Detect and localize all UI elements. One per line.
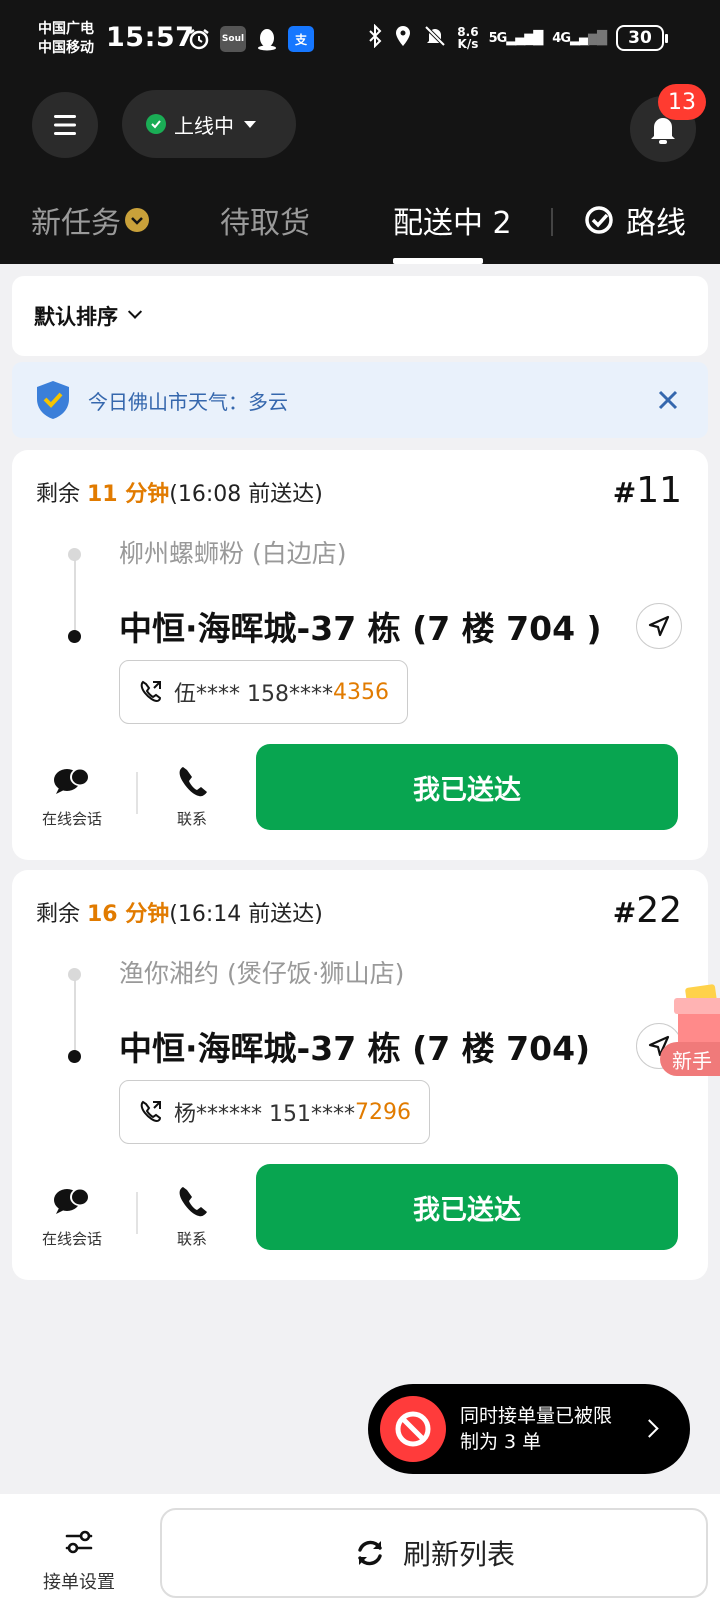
signal-5g: 5G▂▄▆█ xyxy=(488,30,544,46)
order-card: 剩余 16 分钟(16:14 前送达) #22 渔你湘约 (煲仔饭·狮山店) 中… xyxy=(12,870,708,1280)
carrier-1: 中国广电 xyxy=(38,21,94,37)
shop-name: 柳州螺蛳粉 (白边店) xyxy=(119,539,347,568)
shield-check-icon xyxy=(37,381,69,419)
online-check-icon xyxy=(146,114,166,134)
status-bar: 中国广电 中国移动 15:57 Soul 支 8.6 K/s 5G▂▄▆█ 4G… xyxy=(0,0,720,74)
phone-forward-icon xyxy=(140,680,162,703)
mute-icon xyxy=(423,24,447,52)
phone-icon xyxy=(179,1187,207,1217)
signal-4g: 4G▂▄▆█ xyxy=(552,30,607,46)
chevron-down-icon xyxy=(127,304,143,319)
delivery-address: 中恒·海晖城-37 栋 (7 楼 704 ) xyxy=(119,609,602,648)
order-settings-button[interactable]: 接单设置 xyxy=(34,1522,124,1594)
shop-name: 渔你湘约 (煲仔饭·狮山店) xyxy=(119,959,405,988)
clock: 15:57 xyxy=(106,22,195,53)
sort-label: 默认排序 xyxy=(34,305,118,329)
dropoff-dot xyxy=(68,630,81,643)
pickup-dot xyxy=(68,968,81,981)
carrier-names: 中国广电 中国移动 xyxy=(38,20,94,58)
pickup-dot xyxy=(68,548,81,561)
remaining-time: 剩余 11 分钟(16:08 前送达) xyxy=(36,482,323,507)
weather-text: 今日佛山市天气：多云 xyxy=(88,389,288,414)
chat-bubbles-icon xyxy=(54,768,90,794)
navigate-button[interactable] xyxy=(636,603,682,649)
alipay-icon: 支 xyxy=(288,26,314,52)
tab-route[interactable]: 路线 xyxy=(584,198,686,242)
carrier-2: 中国移动 xyxy=(38,40,94,56)
online-chat-button[interactable]: 在线会话 xyxy=(32,762,112,829)
chevron-right-icon xyxy=(640,1419,659,1438)
refresh-list-button[interactable]: 刷新列表 xyxy=(160,1508,708,1598)
delivery-address: 中恒·海晖城-37 栋 (7 楼 704) xyxy=(119,1029,591,1068)
qq-icon xyxy=(254,26,280,52)
toast-text: 同时接单量已被限制为 3 单 xyxy=(460,1405,613,1453)
status-app-icons: Soul 支 xyxy=(186,26,314,52)
online-status-dropdown[interactable]: 上线中 xyxy=(122,90,296,158)
dropoff-dot xyxy=(68,1050,81,1063)
order-card: 剩余 11 分钟(16:08 前送达) #11 柳州螺蛳粉 (白边店) 中恒·海… xyxy=(12,450,708,860)
order-number: #11 xyxy=(612,470,682,511)
action-divider xyxy=(136,772,138,814)
order-limit-toast[interactable]: 同时接单量已被限制为 3 单 xyxy=(368,1384,690,1474)
tab-divider xyxy=(551,208,553,236)
active-tab-indicator xyxy=(393,258,483,264)
alarm-icon xyxy=(186,26,212,52)
route-timeline xyxy=(74,552,76,634)
notification-count-badge: 13 xyxy=(658,84,706,120)
customer-phone[interactable]: 伍**** 158**** 4356 xyxy=(119,660,408,724)
location-icon xyxy=(393,24,413,52)
contact-button[interactable]: 联系 xyxy=(152,1182,232,1249)
app-header: 上线中 13 新任务 待取货 配送中 2 路线 xyxy=(0,74,720,264)
bluetooth-icon xyxy=(367,23,383,52)
delivered-button[interactable]: 我已送达 xyxy=(256,1164,678,1250)
close-icon[interactable] xyxy=(654,386,682,414)
phone-forward-icon xyxy=(140,1100,162,1123)
phone-icon xyxy=(179,767,207,797)
weather-banner: 今日佛山市天气：多云 xyxy=(12,362,708,438)
tab-new-tasks[interactable]: 新任务 xyxy=(31,198,149,242)
gift-label: 新手 xyxy=(660,1042,720,1076)
order-number: #22 xyxy=(612,890,682,931)
hamburger-icon xyxy=(54,115,76,135)
newbie-gift-float[interactable]: 新手 xyxy=(660,984,720,1086)
delivered-button[interactable]: 我已送达 xyxy=(256,744,678,830)
bottom-bar: 接单设置 刷新列表 xyxy=(0,1494,720,1610)
customer-phone[interactable]: 杨****** 151**** 7296 xyxy=(119,1080,430,1144)
caret-down-icon xyxy=(244,120,256,128)
task-tabs: 新任务 待取货 配送中 2 路线 xyxy=(0,182,720,264)
online-chat-button[interactable]: 在线会话 xyxy=(32,1182,112,1249)
chat-bubbles-icon xyxy=(54,1188,90,1214)
network-speed: 8.6 K/s xyxy=(457,25,479,51)
battery-indicator: 30 xyxy=(616,25,668,51)
soul-app-icon: Soul xyxy=(220,26,246,52)
tab-awaiting-pickup[interactable]: 待取货 xyxy=(220,198,310,242)
action-divider xyxy=(136,1192,138,1234)
online-status-label: 上线中 xyxy=(174,113,234,138)
check-badge-icon xyxy=(125,208,149,232)
route-icon xyxy=(585,206,613,234)
remaining-time: 剩余 16 分钟(16:14 前送达) xyxy=(36,902,323,927)
sliders-icon xyxy=(65,1530,93,1554)
refresh-icon xyxy=(358,1540,382,1566)
prohibited-icon xyxy=(380,1396,446,1462)
tab-delivering[interactable]: 配送中 2 xyxy=(393,198,512,242)
menu-button[interactable] xyxy=(32,92,98,158)
contact-button[interactable]: 联系 xyxy=(152,762,232,829)
status-right-icons: 8.6 K/s 5G▂▄▆█ 4G▂▄▆█ 30 xyxy=(367,23,668,52)
route-timeline xyxy=(74,972,76,1054)
sort-dropdown[interactable]: 默认排序 xyxy=(12,276,708,356)
navigation-arrow-icon xyxy=(648,615,670,637)
